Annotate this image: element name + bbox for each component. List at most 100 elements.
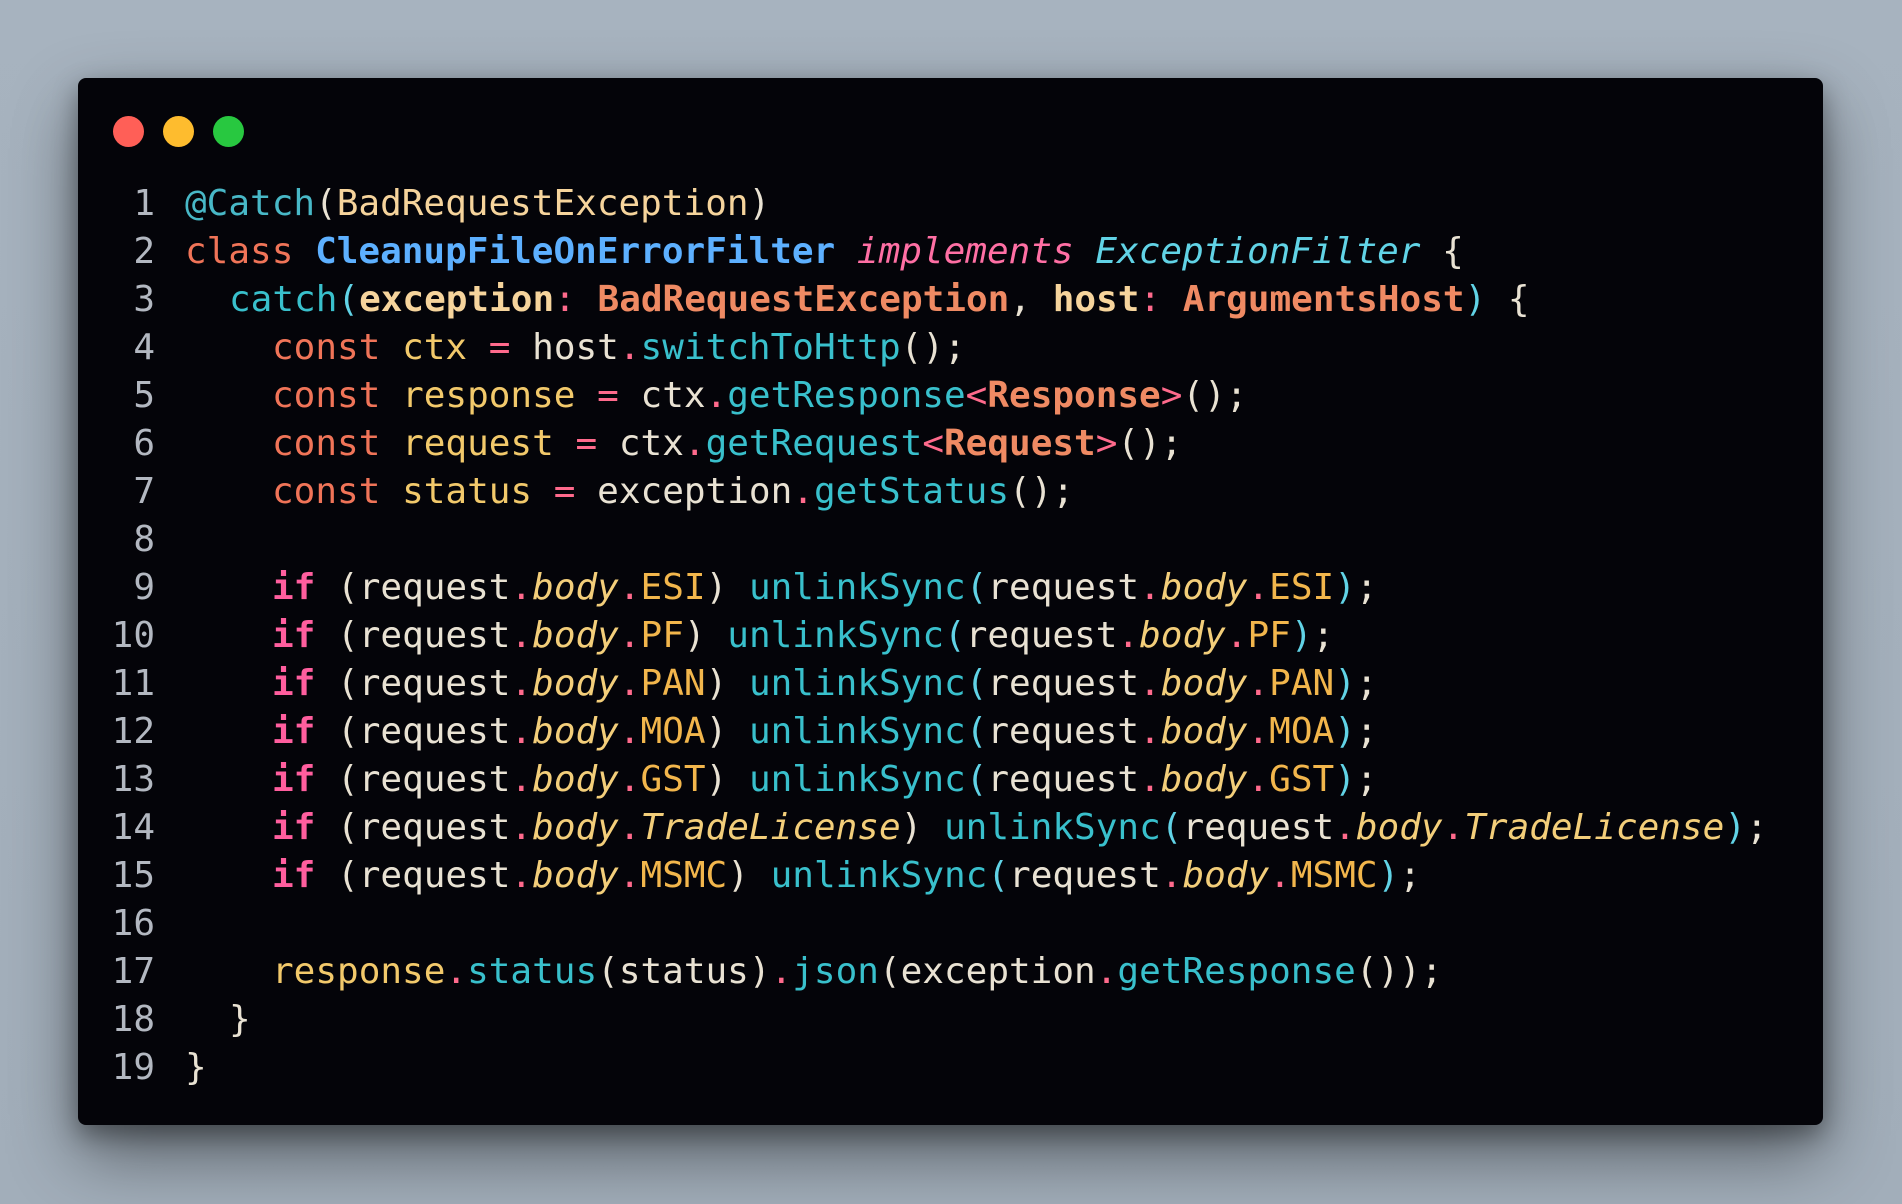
code-block: 1 @Catch(BadRequestException) 2 class Clea… [78, 180, 1823, 1092]
method-call: switchToHttp [640, 327, 901, 368]
field: PAN [1269, 663, 1335, 704]
field: PF [640, 615, 684, 656]
method-call: getStatus [813, 471, 1010, 512]
method-call: json [792, 951, 879, 992]
field: MSMC [1290, 855, 1378, 896]
code-line: 16 [78, 900, 1823, 948]
field: GST [1269, 759, 1335, 800]
identifier: request [987, 567, 1140, 608]
code-line: 7 const status = exception.getStatus(); [78, 468, 1823, 516]
identifier: request [358, 663, 511, 704]
identifier: status [618, 951, 749, 992]
keyword: const [272, 423, 381, 464]
property: body [532, 711, 619, 752]
function-call: unlinkSync [944, 807, 1161, 848]
line-number: 5 [133, 375, 155, 416]
line-number: 14 [111, 807, 155, 848]
keyword: const [272, 327, 381, 368]
code-line: 11 if (request.body.PAN) unlinkSync(reque… [78, 660, 1823, 708]
identifier: request [358, 855, 511, 896]
type-name: Request [944, 423, 1096, 464]
line-number: 8 [133, 519, 155, 560]
line-number: 12 [111, 711, 155, 752]
identifier: ctx [618, 423, 684, 464]
code-line: 17 response.status(status).json(exception… [78, 948, 1823, 996]
property: body [1160, 567, 1248, 608]
type-name: ArgumentsHost [1182, 279, 1465, 320]
variable: status [402, 471, 533, 512]
identifier: request [358, 711, 511, 752]
property: body [532, 855, 619, 896]
identifier: request [358, 567, 511, 608]
line-number: 6 [133, 423, 155, 464]
method-call: getResponse [1117, 951, 1356, 992]
line-number: 9 [133, 567, 155, 608]
code-line: 13 if (request.body.GST) unlinkSync(reque… [78, 756, 1823, 804]
function-call: unlinkSync [727, 615, 945, 656]
method-call: getRequest [705, 423, 923, 464]
function-call: unlinkSync [748, 567, 966, 608]
line-number: 10 [111, 615, 155, 656]
code-line: 5 const response = ctx.getResponse<Respon… [78, 372, 1823, 420]
keyword: if [272, 759, 316, 800]
function-call: unlinkSync [770, 855, 988, 896]
line-number: 13 [111, 759, 155, 800]
field: ESI [640, 567, 706, 608]
property: body [532, 807, 619, 848]
class-name: CleanupFileOnErrorFilter [315, 231, 836, 272]
minimize-button[interactable] [163, 116, 194, 147]
line-number: 19 [111, 1047, 155, 1088]
function-call: unlinkSync [748, 759, 966, 800]
code-line: 6 const request = ctx.getRequest<Request>… [78, 420, 1823, 468]
interface-name: ExceptionFilter [1095, 231, 1421, 272]
code-line: 4 const ctx = host.switchToHttp(); [78, 324, 1823, 372]
identifier: request [987, 663, 1140, 704]
code-line: 14 if (request.body.TradeLicense) unlinkS… [78, 804, 1823, 852]
variable: ctx [402, 327, 468, 368]
code-line: 10 if (request.body.PF) unlinkSync(reques… [78, 612, 1823, 660]
method-name: catch [229, 279, 338, 320]
code-line: 18} [78, 996, 1823, 1044]
keyword: class [185, 231, 294, 272]
line-number: 15 [111, 855, 155, 896]
identifier: request [987, 759, 1140, 800]
identifier: request [358, 615, 511, 656]
code-line: 2 class CleanupFileOnErrorFilter implemen… [78, 228, 1823, 276]
type-name: BadRequestException [597, 279, 1010, 320]
identifier: request [987, 711, 1140, 752]
property: body [1355, 807, 1443, 848]
property: body [1182, 855, 1270, 896]
property: body [1160, 663, 1248, 704]
keyword: if [272, 807, 316, 848]
code-line: 12 if (request.body.MOA) unlinkSync(reque… [78, 708, 1823, 756]
code-line: 15 if (request.body.MSMC) unlinkSync(requ… [78, 852, 1823, 900]
field: MOA [640, 711, 706, 752]
property: body [532, 567, 619, 608]
function-call: unlinkSync [748, 711, 966, 752]
keyword: const [272, 471, 381, 512]
identifier: exception [900, 951, 1096, 992]
line-number: 18 [111, 999, 155, 1040]
line-number: 17 [111, 951, 155, 992]
keyword: if [272, 663, 316, 704]
keyword: if [272, 711, 316, 752]
field: MSMC [640, 855, 728, 896]
parameter: exception [359, 279, 555, 320]
keyword: if [272, 567, 316, 608]
maximize-button[interactable] [213, 116, 244, 147]
line-number: 11 [111, 663, 155, 704]
field: PF [1247, 615, 1291, 656]
line-number: 3 [133, 279, 155, 320]
code-line: 9 if (request.body.ESI) unlinkSync(reques… [78, 564, 1823, 612]
line-number: 4 [133, 327, 155, 368]
variable: response [402, 375, 576, 416]
property: body [532, 615, 619, 656]
field: GST [640, 759, 706, 800]
field: TradeLicense [1464, 807, 1725, 848]
property: body [1160, 759, 1248, 800]
close-button[interactable] [113, 116, 144, 147]
identifier: request [358, 759, 511, 800]
identifier: ctx [640, 375, 706, 416]
property: body [532, 759, 619, 800]
parameter: host [1052, 279, 1140, 320]
